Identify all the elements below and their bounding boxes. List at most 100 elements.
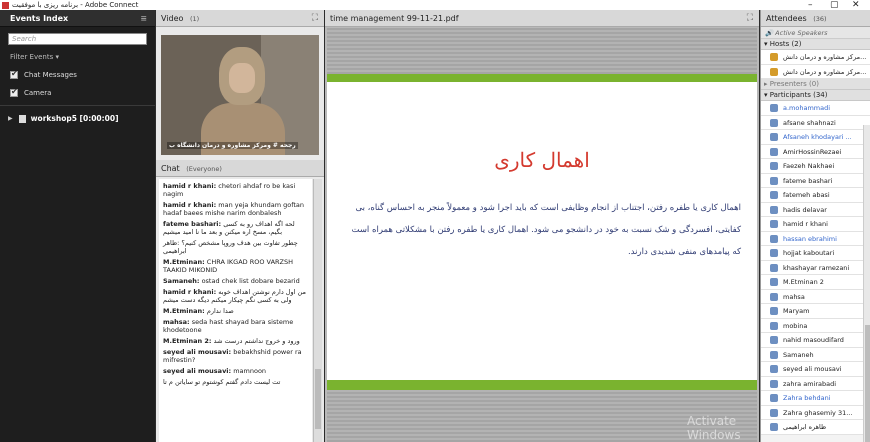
menu-icon[interactable]: ≡ [140,10,147,27]
maximize-button[interactable]: ▢ [830,0,839,10]
user-icon [770,205,778,214]
participant-row[interactable]: hojjat kaboutari [761,246,870,261]
attendees-header: Attendees (36) [761,10,870,27]
chat-message: Samaneh: ostad chek list dobare bezarid [163,277,300,285]
participants-group[interactable]: ▾ Participants (34) [761,90,870,101]
scrollbar-thumb[interactable] [315,369,321,429]
participant-name: hamid r khani [783,220,828,228]
slide-title: اهمال کاری [494,148,590,172]
participant-row[interactable]: Zahra behdani [761,391,870,406]
minimize-button[interactable]: – [808,0,813,10]
participant-row[interactable]: M.Etminan 2 [761,275,870,290]
search-input[interactable]: Search [8,33,147,45]
event-item-workshop[interactable]: ▶ workshop5 [0:00:00] [8,114,155,123]
user-icon [770,292,778,301]
chat-scope: (Everyone) [186,165,222,173]
video-title: Video [161,14,184,23]
participant-row[interactable]: hassan ebrahimi [761,231,870,246]
participant-row[interactable]: nahid masoudifard [761,333,870,348]
chat-scrollbar[interactable] [313,179,322,442]
participant-name: seyed ali mousavi [783,365,842,373]
video-pod-header: Video (1) ⛶ [156,10,324,27]
presentation-file-title: time management 99-11-21.pdf [330,14,459,23]
host-user-icon [770,67,778,76]
user-icon [770,365,778,373]
user-icon [770,176,778,185]
chat-message: mahsa: seda hast shayad bara sisteme kho… [163,318,294,334]
video-pod: Video (1) ⛶ رجحه # ومرکز مشاوره و درمان … [156,10,324,160]
participant-row[interactable]: zahra amirabadi [761,376,870,391]
expand-arrow-icon[interactable]: ▶ [8,115,13,122]
scrollbar-thumb[interactable] [865,325,870,442]
chat-message: تت لیست دادم گفتم کوشتوم تو سایاتن م تا [163,378,281,386]
user-icon [770,307,778,315]
participant-row[interactable]: Samaneh [761,347,870,362]
camera-checkbox[interactable]: Camera [10,87,155,97]
host-name: مرکز مشاوره و درمان دانش... [783,53,867,61]
chat-message: hamid r khani: من اول دارم نوشتن اهداف خ… [163,288,306,304]
participant-name: nahid masoudifard [783,336,844,344]
participant-name: AmirHossinRezaei [783,147,842,156]
user-icon [770,162,778,170]
user-icon [770,336,778,344]
participant-row[interactable]: Faezeh Nakhaei [761,159,870,174]
user-icon [770,394,778,402]
chat-message: hamid r khani: chetori ahdaf ro be kasi … [163,182,296,198]
user-icon [770,133,778,141]
participant-row[interactable]: seyed ali mousavi [761,362,870,377]
participant-name: fateme bashari [783,176,833,185]
event-item-label: workshop5 [0:00:00] [30,114,119,123]
participant-row[interactable]: AmirHossinRezaei [761,144,870,159]
user-icon [770,263,778,272]
slide-body: اهمال کاری یا طفره رفتن، اجتناب از انجام… [351,203,741,257]
attendees-scrollbar[interactable] [863,125,870,442]
participant-row[interactable]: khashayar ramezani [761,260,870,275]
participant-name: ظاهره ابراهیمی [783,423,827,431]
participant-name: Maryam [783,307,810,315]
participant-row[interactable]: Afsaneh khodayari ... [761,130,870,145]
user-icon [770,423,778,431]
chat-message: fateme bashari: لحه اگه اهداف رو به کسی … [163,220,295,236]
presenters-group[interactable]: ▸ Presenters (0) [761,79,870,90]
participant-row[interactable]: Maryam [761,304,870,319]
chat-messages-checkbox[interactable]: Chat Messages [10,69,155,79]
participant-row[interactable]: mahsa [761,289,870,304]
user-icon [770,118,778,127]
user-icon [770,278,778,286]
fullscreen-icon[interactable]: ⛶ [312,10,318,27]
close-button[interactable]: ✕ [852,0,860,10]
participant-row[interactable]: mobina [761,318,870,333]
participant-row[interactable]: hadis delavar [761,202,870,217]
chat-message: چطور تفاوت بین هدف وروپا مشخص کنیم؟ :ظاه… [163,239,298,255]
activation-watermark: Activate Windows [687,414,741,442]
attendees-count: (36) [813,15,827,23]
participant-name: hojjat kaboutari [783,249,835,257]
checkbox-label: Camera [24,89,52,97]
divider [0,105,155,106]
user-icon [770,350,778,359]
participant-row[interactable]: afsane shahnazi [761,115,870,130]
checkbox-icon [10,87,18,97]
participant-row[interactable]: fatemeh abasi [761,188,870,203]
participant-name: Samaneh [783,350,814,359]
active-speakers-label: 🔊 Active Speakers [761,27,870,39]
participant-name: mobina [783,321,808,330]
user-icon [770,191,778,199]
host-row[interactable]: مرکز مشاوره و درمان دانش... [761,64,870,79]
participant-row[interactable]: ظاهره ابراهیمی [761,420,870,435]
slide-green-band [327,380,757,390]
participant-row[interactable]: Zahra ghasemiy 31... [761,405,870,420]
attendees-pod: Attendees (36) 🔊 Active Speakers ▾ Hosts… [760,10,870,442]
chat-message: seyed ali mousavi: mamnoon [163,367,267,375]
hosts-group[interactable]: ▾ Hosts (2) [761,39,870,50]
filter-events-dropdown[interactable]: Filter Events ▾ [10,53,155,61]
participant-name: afsane shahnazi [783,118,836,127]
participant-row[interactable]: hamid r khani [761,217,870,232]
chat-message: seyed ali mousavi: bebakhshid power ra m… [163,348,302,364]
participant-row[interactable]: fateme bashari [761,173,870,188]
host-row[interactable]: مرکز مشاوره و درمان دانش... [761,50,870,65]
chat-pod: Chat (Everyone) hamid r khani: chetori a… [156,160,324,442]
participant-row[interactable]: a.mohammadi [761,101,870,116]
fullscreen-icon[interactable]: ⛶ [747,10,753,27]
checkbox-label: Chat Messages [24,71,77,79]
